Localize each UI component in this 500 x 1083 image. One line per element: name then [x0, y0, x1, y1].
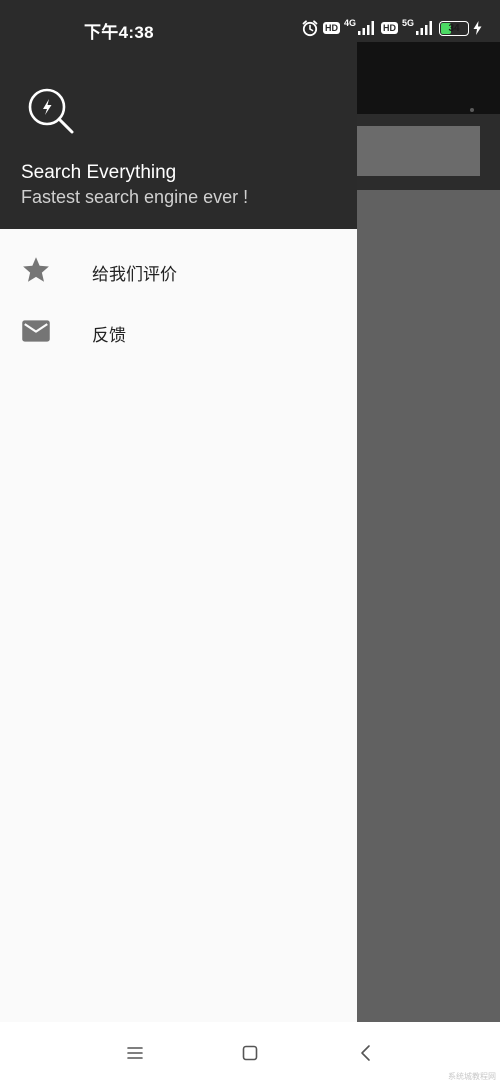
- watermark: 系统城教程网: [448, 1072, 496, 1081]
- charging-bolt-icon: [473, 21, 482, 35]
- signal-bars-icon: [416, 21, 432, 35]
- chevron-back-icon: [361, 1045, 370, 1061]
- signal-bars-icon: [357, 21, 374, 35]
- app-logo-search-bolt-icon: [28, 88, 74, 134]
- app-name: Search Everything: [21, 162, 177, 183]
- menu-item-label: 反馈: [92, 326, 126, 345]
- hd-badge: HD: [380, 22, 398, 34]
- battery-indicator: 34: [439, 20, 469, 36]
- recents-button[interactable]: [122, 1040, 148, 1066]
- menu-lines-icon: [127, 1047, 143, 1059]
- battery-level-text: 34: [448, 22, 460, 34]
- system-navigation-bar: 系统城教程网: [0, 1022, 500, 1083]
- drawer-menu: 给我们评价 反馈: [0, 240, 357, 362]
- menu-item-label: 给我们评价: [92, 265, 177, 284]
- status-bar: 下午4:38 HD 4G HD 5G 34: [0, 0, 500, 42]
- hd-badge: HD: [322, 22, 340, 34]
- app-tagline: Fastest search engine ever !: [21, 187, 249, 207]
- status-icons: HD 4G HD 5G 34: [301, 18, 482, 38]
- menu-item-feedback[interactable]: 反馈: [0, 301, 357, 362]
- network-type-label: 5G: [401, 18, 414, 28]
- status-time: 下午4:38: [84, 23, 154, 42]
- square-home-icon: [242, 1045, 258, 1061]
- back-button[interactable]: [353, 1040, 379, 1066]
- star-icon: [23, 257, 49, 282]
- navigation-drawer: Search Everything Fastest search engine …: [0, 0, 357, 1022]
- alarm-icon: [302, 20, 318, 37]
- mail-icon: [22, 320, 50, 342]
- network-type-label: 4G: [343, 18, 356, 28]
- menu-item-rate-us[interactable]: 给我们评价: [0, 240, 357, 301]
- home-button[interactable]: [237, 1040, 263, 1066]
- background-search-bar[interactable]: [357, 126, 480, 176]
